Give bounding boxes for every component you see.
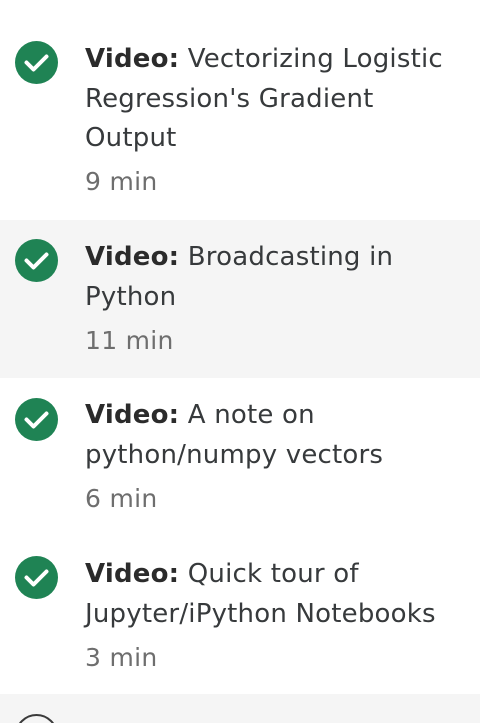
lesson-kind-label: Video: xyxy=(85,44,180,74)
lesson-duration: 9 min xyxy=(85,167,158,196)
lesson-title: Video: Broadcasting in Python xyxy=(85,238,460,317)
lesson-item[interactable]: Video: Quick tour of Jupyter/iPython Not… xyxy=(0,536,480,694)
lesson-duration: 3 min xyxy=(85,643,158,672)
lesson-kind-label: Video: xyxy=(85,242,180,272)
checkmark-circle-icon xyxy=(15,41,58,84)
lesson-duration: 11 min xyxy=(85,326,174,355)
lesson-item[interactable]: Video: Vectorizing Logistic Regression's… xyxy=(0,0,480,220)
lesson-title: Video: Vectorizing Logistic Regression's… xyxy=(85,40,460,159)
lesson-duration: 6 min xyxy=(85,484,158,513)
lesson-title: Video: Quick tour of Jupyter/iPython Not… xyxy=(85,555,460,634)
lesson-title: Video: A note on python/numpy vectors xyxy=(85,396,460,475)
lesson-item[interactable]: Video: A note on python/numpy vectors 6 … xyxy=(0,378,480,536)
checkmark-circle-icon xyxy=(15,556,58,599)
lesson-kind-label: Video: xyxy=(85,559,180,589)
empty-circle-icon xyxy=(15,714,58,723)
lesson-item[interactable]: Video: Broadcasting in Python 11 min xyxy=(0,220,480,378)
checkmark-circle-icon xyxy=(15,398,58,441)
lesson-kind-label: Video: xyxy=(85,400,180,430)
checkmark-circle-icon xyxy=(15,239,58,282)
lesson-list: Video: Vectorizing Logistic Regression's… xyxy=(0,0,480,723)
lesson-item[interactable] xyxy=(0,694,480,723)
